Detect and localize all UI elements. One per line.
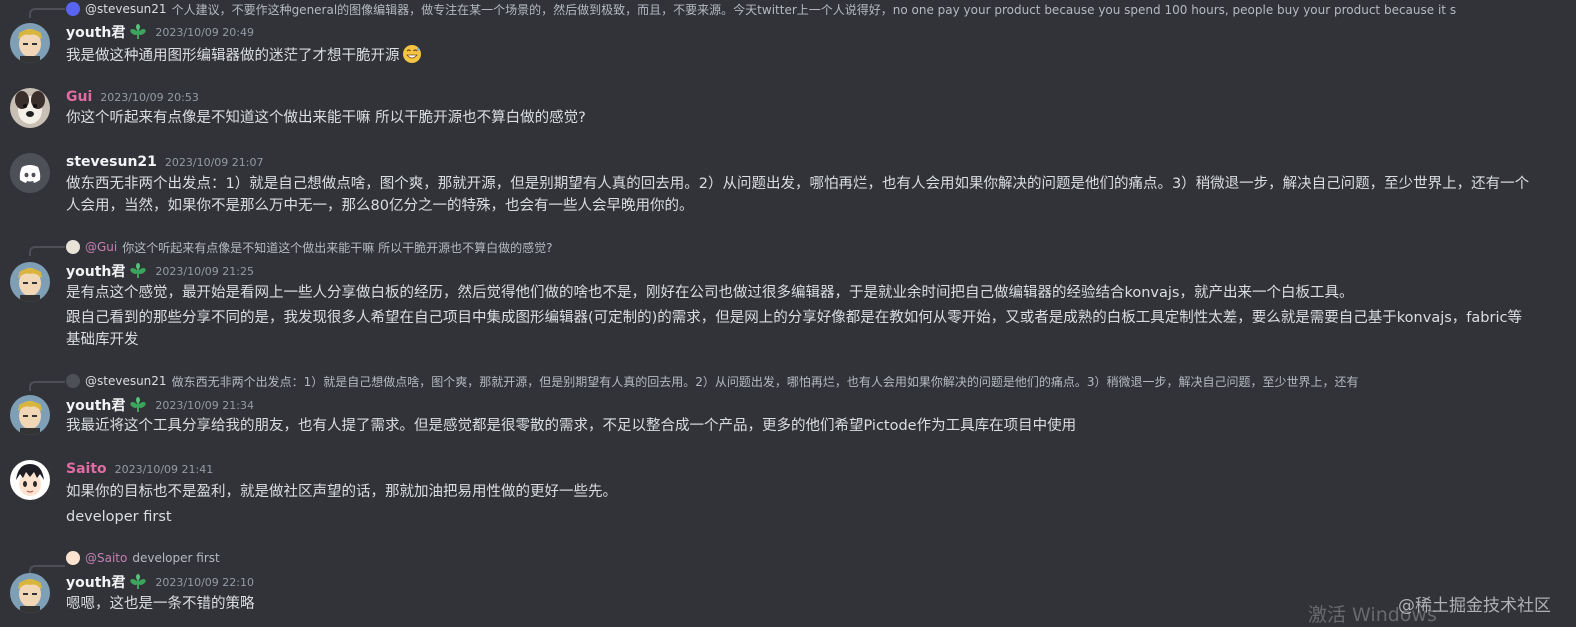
timestamp[interactable]: 2023/10/09 21:25 — [155, 265, 254, 278]
timestamp[interactable]: 2023/10/09 21:07 — [165, 156, 264, 169]
timestamp[interactable]: 2023/10/09 20:53 — [100, 91, 199, 104]
reply-spine — [29, 246, 65, 256]
message-line: 你这个听起来有点像是不知道这个做出来能干嘛 所以干脆开源也不算白做的感觉? — [66, 110, 586, 126]
reply-text: 个人建议，不要作这种general的图像编辑器，做专注在某一个场景的，然后做到极… — [171, 2, 1457, 17]
message-line: 我最近将这个工具分享给我的朋友，也有人提了需求。但是感觉都是很零散的需求，不足以… — [66, 418, 1077, 434]
avatar-saito[interactable] — [10, 460, 50, 500]
avatar-youth[interactable] — [10, 395, 50, 435]
message-text: 你这个听起来有点像是不知道这个做出来能干嘛 所以干脆开源也不算白做的感觉? — [66, 107, 586, 129]
leaf-badge-icon — [130, 24, 147, 39]
message-header: youth君 2023/10/09 21:25 — [66, 261, 254, 281]
timestamp[interactable]: 2023/10/09 22:10 — [155, 576, 254, 589]
reply-author[interactable]: @stevesun21 — [85, 2, 167, 16]
discord-avatar-mini-icon — [66, 374, 80, 388]
reply-spine — [29, 381, 65, 391]
avatar-youth[interactable] — [10, 23, 50, 63]
message-header: youth君 2023/10/09 20:49 — [66, 22, 254, 42]
reply-text: developer first — [132, 551, 220, 565]
leaf-badge-icon — [130, 574, 147, 589]
reply-author[interactable]: @Gui — [85, 240, 117, 254]
reply-preview[interactable]: @Gui 你这个听起来有点像是不知道这个做出来能干嘛 所以干脆开源也不算白做的感… — [66, 238, 1566, 256]
timestamp[interactable]: 2023/10/09 21:34 — [155, 399, 254, 412]
message-text: 是有点这个感觉，最开始是看网上一些人分享做白板的经历，然后觉得他们做的啥也不是，… — [66, 282, 1353, 304]
avatar-youth[interactable] — [10, 573, 50, 613]
site-watermark: @稀土掘金技术社区 — [1398, 596, 1551, 616]
message-text: 做东西无非两个出发点：1）就是自己想做点啥，图个爽，那就开源，但是别期望有人真的… — [66, 173, 1536, 217]
message-text: 跟自己看到的那些分享不同的是，我发现很多人希望在自己项目中集成图形编辑器(可定制… — [66, 307, 1536, 351]
discord-logo-icon — [10, 153, 50, 193]
leaf-badge-icon — [130, 397, 147, 412]
username[interactable]: Gui — [66, 89, 92, 105]
username[interactable]: stevesun21 — [66, 154, 157, 170]
avatar-stevesun21[interactable] — [10, 153, 50, 193]
reply-preview[interactable]: @stevesun21 做东西无非两个出发点：1）就是自己想做点啥，图个爽，那就… — [66, 372, 1566, 390]
message-header: Gui 2023/10/09 20:53 — [66, 87, 199, 107]
reply-preview[interactable]: @Saito developer first — [66, 549, 1066, 567]
message-line: 跟自己看到的那些分享不同的是，我发现很多人希望在自己项目中集成图形编辑器(可定制… — [66, 310, 1522, 348]
reply-author[interactable]: @Saito — [85, 551, 127, 565]
message-line: 是有点这个感觉，最开始是看网上一些人分享做白板的经历，然后觉得他们做的啥也不是，… — [66, 285, 1354, 301]
message-text: 如果你的目标也不是盈利，就是做社区声望的话，那就加油把易用性做的更好一些先。 — [66, 481, 617, 503]
message-text: 我最近将这个工具分享给我的朋友，也有人提了需求。但是感觉都是很零散的需求，不足以… — [66, 415, 1076, 437]
reply-author[interactable]: @stevesun21 — [85, 374, 167, 388]
username[interactable]: youth君 — [66, 572, 125, 592]
message-header: youth君 2023/10/09 21:34 — [66, 395, 254, 415]
discord-avatar-mini-icon — [66, 2, 80, 16]
chat-messages: @stevesun21 个人建议，不要作这种general的图像编辑器，做专注在… — [0, 0, 1576, 626]
message-line: 如果你的目标也不是盈利，就是做社区声望的话，那就加油把易用性做的更好一些先。 — [66, 484, 617, 500]
reply-spine — [29, 8, 65, 18]
message-line: developer first — [66, 509, 172, 525]
leaf-badge-icon — [130, 263, 147, 278]
username[interactable]: youth君 — [66, 395, 125, 415]
timestamp[interactable]: 2023/10/09 20:49 — [155, 26, 254, 39]
avatar-gui[interactable] — [10, 88, 50, 128]
message-header: youth君 2023/10/09 22:10 — [66, 572, 254, 592]
message-line: 我是做这种通用图形编辑器做的迷茫了才想干脆开源 — [66, 48, 400, 64]
reply-text: 你这个听起来有点像是不知道这个做出来能干嘛 所以干脆开源也不算白做的感觉? — [122, 240, 553, 255]
username[interactable]: Saito — [66, 461, 107, 477]
message-text: 嗯嗯，这也是一条不错的策略 — [66, 593, 255, 615]
username[interactable]: youth君 — [66, 261, 125, 281]
reply-text: 做东西无非两个出发点：1）就是自己想做点啥，图个爽，那就开源，但是别期望有人真的… — [171, 374, 1359, 389]
message-header: stevesun21 2023/10/09 21:07 — [66, 152, 264, 172]
message-text: 我是做这种通用图形编辑器做的迷茫了才想干脆开源 — [66, 44, 422, 67]
avatar-youth[interactable] — [10, 262, 50, 302]
saito-avatar-mini-icon — [66, 551, 80, 565]
timestamp[interactable]: 2023/10/09 21:41 — [115, 463, 214, 476]
message-text: developer first — [66, 506, 172, 528]
username[interactable]: youth君 — [66, 22, 125, 42]
sweat-smile-emoji-icon — [402, 45, 421, 63]
gui-avatar-mini-icon — [66, 240, 80, 254]
reply-preview[interactable]: @stevesun21 个人建议，不要作这种general的图像编辑器，做专注在… — [66, 0, 1566, 18]
message-line: 嗯嗯，这也是一条不错的策略 — [66, 596, 255, 612]
message-header: Saito 2023/10/09 21:41 — [66, 459, 213, 479]
message-line: 做东西无非两个出发点：1）就是自己想做点啥，图个爽，那就开源，但是别期望有人真的… — [66, 176, 1530, 214]
